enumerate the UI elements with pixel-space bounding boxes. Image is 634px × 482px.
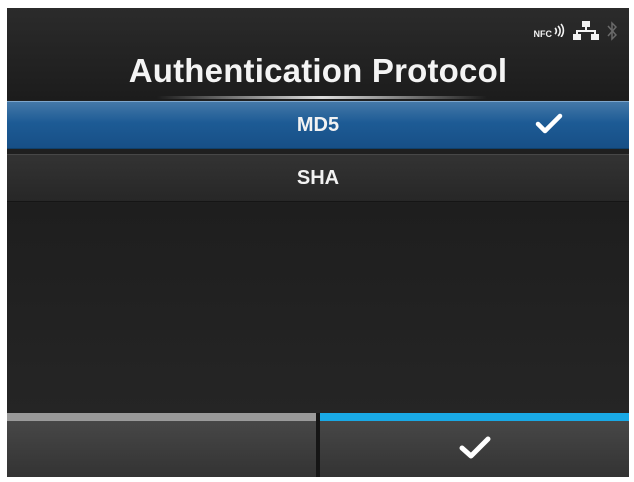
nfc-icon: NFC (534, 23, 566, 39)
confirm-button[interactable] (320, 413, 629, 477)
selected-check-icon (535, 113, 563, 134)
option-md5[interactable]: MD5 (7, 101, 629, 149)
confirm-indicator (320, 413, 629, 421)
option-label: SHA (296, 166, 340, 189)
status-icons: NFC (534, 18, 617, 44)
softkey-left-indicator (7, 413, 316, 421)
header-divider (157, 96, 487, 99)
header: NFC Authentication Protocol (7, 8, 629, 100)
option-label: MD5 (296, 113, 340, 136)
printer-lcd-screen: NFC Authentication Protocol MD5 SHA (7, 8, 629, 477)
wired-network-icon (573, 21, 599, 40)
softkey-bar (7, 413, 629, 477)
bluetooth-icon (607, 21, 617, 41)
check-icon (459, 436, 491, 459)
softkey-left-button[interactable] (7, 413, 316, 477)
empty-list-area (7, 203, 629, 413)
option-sha[interactable]: SHA (7, 154, 629, 202)
page-title: Authentication Protocol (128, 52, 508, 89)
